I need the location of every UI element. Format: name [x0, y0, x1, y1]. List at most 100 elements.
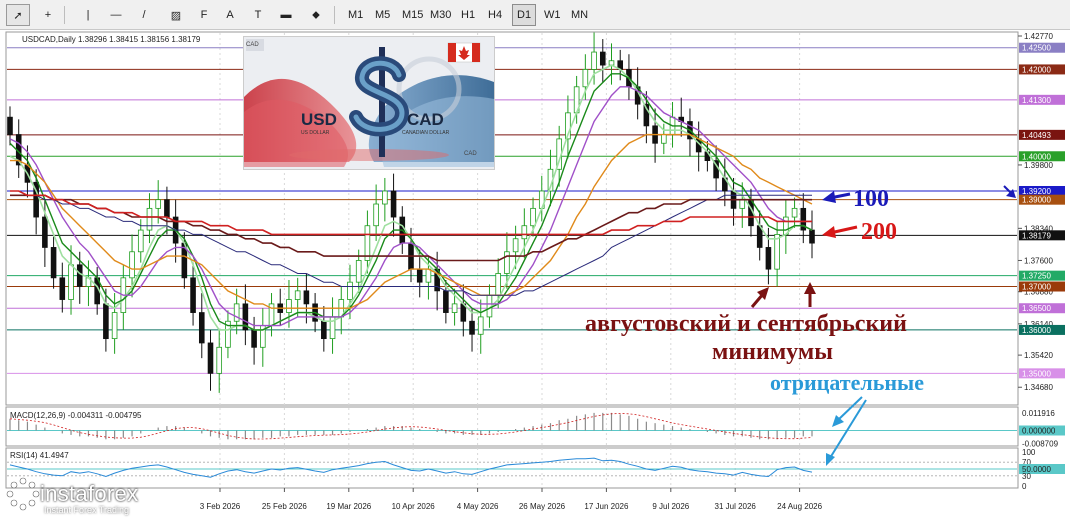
banner-corner-bottom: CAD: [464, 151, 477, 157]
timeframe-h4[interactable]: H4: [484, 4, 506, 26]
candle-body: [347, 281, 353, 300]
candle-body: [504, 251, 510, 274]
candle-body: [599, 51, 606, 66]
arrows-icon[interactable]: ⬥: [304, 4, 328, 26]
candle-body: [59, 277, 66, 300]
label-minima-line2: минимумы: [712, 339, 833, 365]
price-tag: 1.35000: [1022, 369, 1051, 378]
timeframe-m1[interactable]: M1: [344, 4, 367, 26]
candle-body: [251, 329, 257, 348]
text-icon[interactable]: A: [218, 4, 242, 26]
price-tag: 1.41300: [1022, 96, 1051, 105]
time-tick-label: 4 May 2026: [457, 502, 499, 511]
candle-body: [155, 199, 161, 209]
candle-body: [425, 268, 432, 283]
timeframe-mn[interactable]: MN: [567, 4, 592, 26]
vertical-line-icon[interactable]: |: [76, 4, 100, 26]
label-icon[interactable]: T: [246, 4, 270, 26]
candle-body: [103, 303, 109, 340]
usd-cad-banner: USD US DOLLAR CAD CANADIAN DOLLAR CAD CA…: [243, 36, 495, 170]
crosshair-icon[interactable]: +: [36, 4, 60, 26]
horizontal-line-icon[interactable]: —: [104, 4, 128, 26]
banner-artwork: USD US DOLLAR CAD CANADIAN DOLLAR CAD CA…: [244, 37, 494, 169]
candle-body: [373, 203, 379, 227]
time-tick-label: 10 Apr 2026: [392, 502, 436, 511]
candle-body: [512, 238, 519, 253]
time-tick-label: 25 Feb 2026: [262, 502, 307, 511]
timeframe-h1[interactable]: H1: [457, 4, 479, 26]
candle-body: [129, 251, 135, 279]
candle-body: [765, 247, 772, 270]
candle-body: [164, 199, 170, 218]
price-tag: 1.40493: [1022, 131, 1051, 140]
price-tag: 1.40000: [1022, 152, 1051, 161]
price-tag: 1.36000: [1022, 326, 1051, 335]
banner-usd-sub: US DOLLAR: [301, 130, 330, 136]
timeframe-w1[interactable]: W1: [540, 4, 565, 26]
timeframe-m5[interactable]: M5: [371, 4, 394, 26]
banner-corner-top: CAD: [246, 42, 259, 48]
candle-body: [451, 303, 458, 313]
candle-body: [76, 264, 83, 287]
candle-body: [582, 69, 589, 88]
candle-body: [7, 116, 13, 135]
banner-cad-text: CAD: [407, 110, 444, 129]
candle-body: [364, 225, 371, 261]
rsi-tick-label: 30: [1022, 472, 1031, 481]
candle-body: [791, 207, 798, 218]
cursor-icon[interactable]: ➚: [6, 4, 30, 26]
price-chart[interactable]: 1.427701.398001.383401.376001.368801.361…: [0, 30, 1070, 520]
macd-tick-label: 0.000000: [1022, 426, 1056, 435]
price-tick-label: 1.37600: [1024, 256, 1053, 265]
chart-header: USDCAD,Daily 1.38296 1.38415 1.38156 1.3…: [22, 35, 201, 44]
price-tag: 1.42500: [1022, 44, 1051, 53]
candle-body: [443, 290, 449, 313]
toolbar-separator: [64, 6, 65, 24]
instaforex-logo-icon: [6, 477, 40, 511]
candle-body: [809, 229, 815, 244]
timeframe-m15[interactable]: M15: [398, 4, 427, 26]
time-tick-label: 17 Jun 2026: [584, 502, 629, 511]
price-tick-label: 1.39800: [1024, 161, 1053, 170]
macd-tick-label: 0.011916: [1022, 409, 1055, 418]
timeframe-m30[interactable]: M30: [426, 4, 455, 26]
price-tag: 1.38179: [1022, 231, 1051, 240]
trendline-icon[interactable]: /: [132, 4, 156, 26]
price-tick-label: 1.35420: [1024, 351, 1053, 360]
candle-body: [146, 207, 153, 231]
time-tick-label: 9 Jul 2026: [652, 502, 689, 511]
rsi-header: RSI(14) 41.4947: [10, 451, 69, 460]
price-tag: 1.36500: [1022, 304, 1051, 313]
rectangle-icon[interactable]: ▬: [274, 4, 298, 26]
candle-body: [477, 316, 484, 335]
price-tick-label: 1.42770: [1024, 32, 1053, 41]
candle-body: [591, 51, 597, 70]
rsi-tick-label: 0: [1022, 482, 1027, 491]
timeframe-d1[interactable]: D1: [512, 4, 537, 26]
candle-body: [774, 234, 780, 270]
candle-body: [469, 320, 475, 335]
time-tick-label: 31 Jul 2026: [715, 502, 757, 511]
chart-toolbar: ➚ + | — / ▨ F A T ▬ ⬥ M1 M5 M15 M30 H1 H4 D1 W1 MN: [0, 0, 1070, 30]
candle-body: [207, 342, 214, 374]
banner-usd-text: USD: [301, 110, 337, 129]
time-tick-label: 24 Aug 2026: [777, 502, 822, 511]
price-tag: 1.37250: [1022, 272, 1051, 281]
candle-body: [286, 299, 292, 313]
time-tick-label: 19 Mar 2026: [326, 502, 371, 511]
candle-body: [111, 312, 118, 340]
banner-cad-sub: CANADIAN DOLLAR: [402, 130, 450, 136]
logo-name: instaforex: [40, 481, 139, 506]
candle-body: [50, 247, 57, 279]
candle-body: [495, 273, 501, 296]
channel-icon[interactable]: ▨: [164, 4, 188, 26]
candle-body: [382, 190, 388, 205]
label-100: 100: [853, 186, 889, 212]
macd-tick-label: -0.008709: [1022, 439, 1059, 448]
canada-flag-icon: [447, 42, 481, 63]
candle-body: [190, 277, 196, 313]
macd-header: MACD(12,26,9) -0.004311 -0.004795: [10, 411, 142, 420]
toolbar-separator: [334, 6, 335, 24]
fibonacci-icon[interactable]: F: [192, 4, 216, 26]
candle-body: [233, 303, 240, 322]
